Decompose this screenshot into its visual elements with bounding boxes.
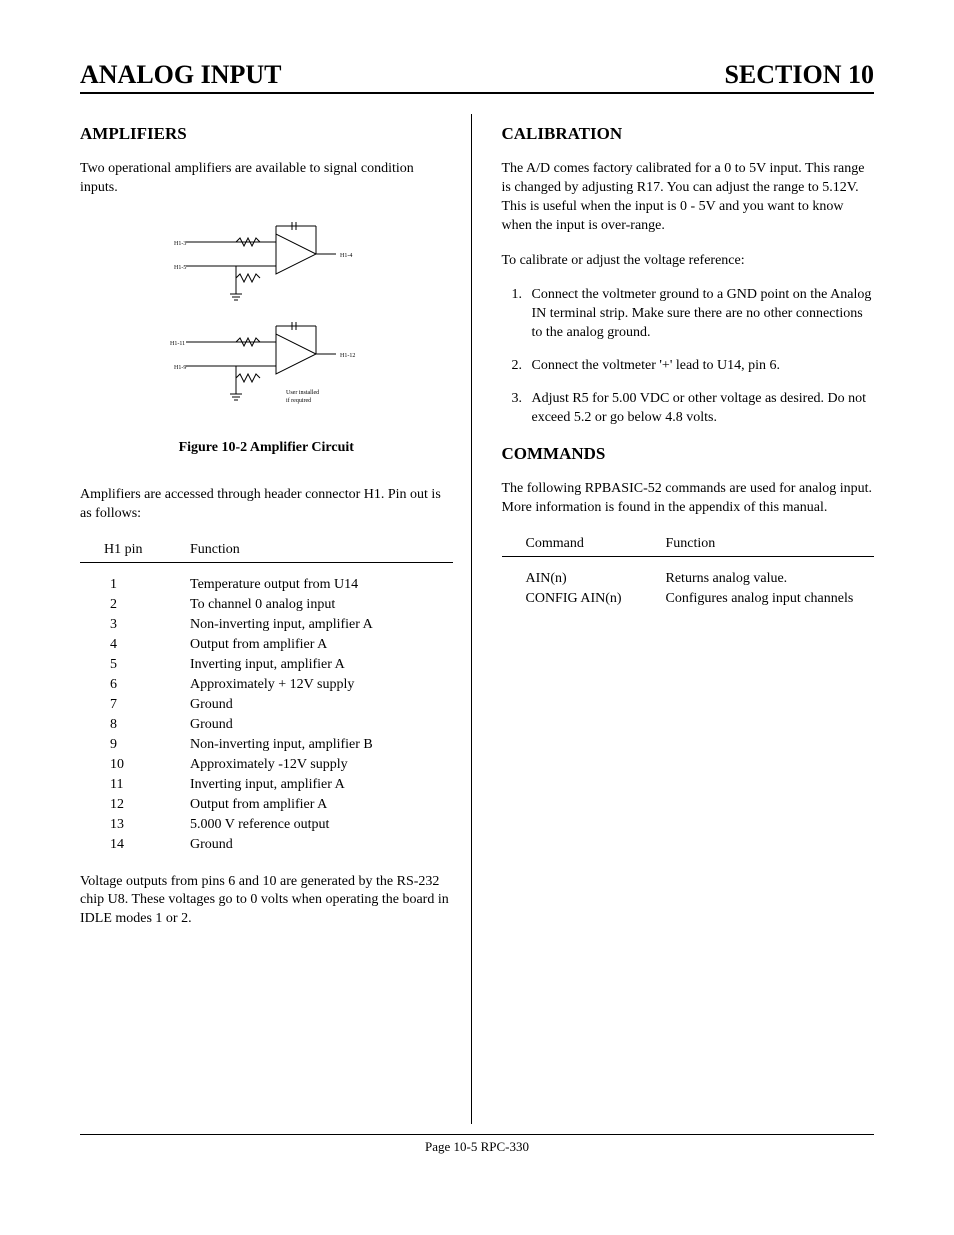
voltage-note: Voltage outputs from pins 6 and 10 are g…	[80, 873, 453, 930]
list-item: Connect the voltmeter '+' lead to U14, p…	[526, 357, 875, 376]
svg-text:User installed: User installed	[286, 390, 319, 396]
svg-text:H1-4: H1-4	[340, 253, 352, 259]
svg-text:H1-12: H1-12	[340, 353, 355, 359]
table-row: 8Ground	[80, 715, 453, 735]
right-column: CALIBRATION The A/D comes factory calibr…	[496, 114, 875, 1124]
amplifier-circuit-figure: H1-3 H1-5 H1-4	[80, 214, 453, 456]
table-row: 2To channel 0 analog input	[80, 595, 453, 615]
table-row: 10Approximately -12V supply	[80, 755, 453, 775]
content-columns: AMPLIFIERS Two operational amplifiers ar…	[80, 114, 874, 1124]
svg-text:H1-11: H1-11	[170, 341, 185, 347]
header-title-left: ANALOG INPUT	[80, 60, 282, 90]
calibration-steps: Connect the voltmeter ground to a GND po…	[526, 286, 875, 427]
pin-table: H1 pin Function 1Temperature output from…	[80, 540, 453, 855]
svg-text:H1-3: H1-3	[174, 241, 186, 247]
table-row: AIN(n)Returns analog value.	[502, 569, 875, 589]
table-row: 7Ground	[80, 695, 453, 715]
amplifiers-access-text: Amplifiers are accessed through header c…	[80, 486, 453, 524]
page-header: ANALOG INPUT SECTION 10	[80, 60, 874, 94]
amplifiers-intro: Two operational amplifiers are available…	[80, 160, 453, 198]
commands-intro: The following RPBASIC-52 commands are us…	[502, 480, 875, 518]
amplifiers-heading: AMPLIFIERS	[80, 124, 453, 144]
figure-caption: Figure 10-2 Amplifier Circuit	[80, 440, 453, 456]
cmd-col-header: Command	[502, 534, 666, 557]
left-column: AMPLIFIERS Two operational amplifiers ar…	[80, 114, 472, 1124]
table-row: 9Non-inverting input, amplifier B	[80, 735, 453, 755]
table-row: 1Temperature output from U14	[80, 575, 453, 595]
table-row: 14Ground	[80, 835, 453, 855]
svg-text:H1-5: H1-5	[174, 265, 186, 271]
circuit-diagram-icon: H1-3 H1-5 H1-4	[156, 214, 376, 434]
calibration-p1: The A/D comes factory calibrated for a 0…	[502, 160, 875, 236]
table-row: 135.000 V reference output	[80, 815, 453, 835]
table-row: CONFIG AIN(n)Configures analog input cha…	[502, 589, 875, 609]
table-row: 4Output from amplifier A	[80, 635, 453, 655]
cmd-func-col-header: Function	[666, 534, 875, 557]
table-row: 5Inverting input, amplifier A	[80, 655, 453, 675]
list-item: Adjust R5 for 5.00 VDC or other voltage …	[526, 390, 875, 428]
pin-col-header: H1 pin	[80, 540, 190, 563]
calibration-p2: To calibrate or adjust the voltage refer…	[502, 252, 875, 271]
table-row: 3Non-inverting input, amplifier A	[80, 615, 453, 635]
list-item: Connect the voltmeter ground to a GND po…	[526, 286, 875, 343]
command-table: Command Function AIN(n)Returns analog va…	[502, 534, 875, 609]
table-row: 12Output from amplifier A	[80, 795, 453, 815]
svg-text:H1-9: H1-9	[174, 365, 186, 371]
svg-text:if required: if required	[286, 397, 311, 404]
func-col-header: Function	[190, 540, 453, 563]
table-row: 6Approximately + 12V supply	[80, 675, 453, 695]
page-footer: Page 10-5 RPC-330	[80, 1134, 874, 1155]
calibration-heading: CALIBRATION	[502, 124, 875, 144]
table-row: 11Inverting input, amplifier A	[80, 775, 453, 795]
header-title-right: SECTION 10	[724, 60, 874, 90]
commands-heading: COMMANDS	[502, 444, 875, 464]
